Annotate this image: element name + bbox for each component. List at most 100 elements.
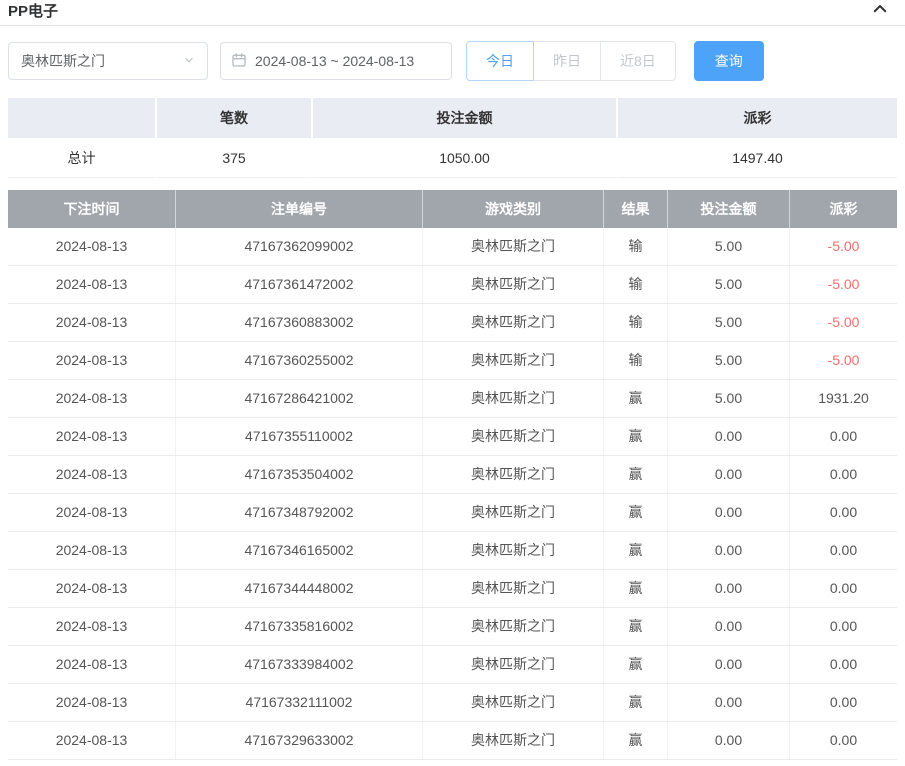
cell-bet-amount: 0.00 — [668, 722, 790, 759]
bet-records-table: 下注时间 注单编号 游戏类别 结果 投注金额 派彩 2024-08-134716… — [8, 190, 897, 760]
col-header-bet-time: 下注时间 — [8, 190, 176, 228]
cell-bet-amount: 5.00 — [668, 228, 790, 265]
filter-bar: 奥林匹斯之门 2024-08-13 ~ 2024-08-13 今日昨日近8日 查… — [0, 26, 905, 96]
cell-payout: 0.00 — [790, 532, 897, 569]
cell-bet-time: 2024-08-13 — [8, 266, 176, 303]
cell-bet-amount: 5.00 — [668, 342, 790, 379]
quick-range-group: 今日昨日近8日 — [466, 41, 676, 81]
table-row: 2024-08-1347167360883002奥林匹斯之门输5.00-5.00 — [8, 304, 897, 342]
cell-bet-time: 2024-08-13 — [8, 608, 176, 645]
cell-game-type: 奥林匹斯之门 — [423, 494, 604, 531]
col-header-game-type: 游戏类别 — [423, 190, 604, 228]
cell-game-type: 奥林匹斯之门 — [423, 684, 604, 721]
col-header-order-no: 注单编号 — [176, 190, 423, 228]
cell-payout: 0.00 — [790, 722, 897, 759]
cell-order-no: 47167329633002 — [176, 722, 423, 759]
cell-order-no: 47167361472002 — [176, 266, 423, 303]
cell-bet-time: 2024-08-13 — [8, 646, 176, 683]
cell-order-no: 47167353504002 — [176, 456, 423, 493]
cell-bet-time: 2024-08-13 — [8, 342, 176, 379]
date-range-input[interactable]: 2024-08-13 ~ 2024-08-13 — [220, 42, 452, 80]
table-row: 2024-08-1347167346165002奥林匹斯之门赢0.000.00 — [8, 532, 897, 570]
bet-table-header: 下注时间 注单编号 游戏类别 结果 投注金额 派彩 — [8, 190, 897, 228]
cell-bet-amount: 0.00 — [668, 646, 790, 683]
cell-bet-time: 2024-08-13 — [8, 456, 176, 493]
cell-payout: -5.00 — [790, 342, 897, 379]
table-row: 2024-08-1347167333984002奥林匹斯之门赢0.000.00 — [8, 646, 897, 684]
cell-game-type: 奥林匹斯之门 — [423, 304, 604, 341]
cell-bet-time: 2024-08-13 — [8, 418, 176, 455]
summary-header-bet-amount: 投注金额 — [313, 98, 618, 138]
cell-payout: 0.00 — [790, 494, 897, 531]
col-header-bet-amount: 投注金额 — [668, 190, 790, 228]
last-8-days-button[interactable]: 近8日 — [600, 41, 676, 81]
cell-bet-amount: 0.00 — [668, 494, 790, 531]
cell-result: 赢 — [604, 646, 668, 683]
yesterday-button[interactable]: 昨日 — [533, 41, 601, 81]
table-row: 2024-08-1347167332111002奥林匹斯之门赢0.000.00 — [8, 684, 897, 722]
cell-bet-time: 2024-08-13 — [8, 684, 176, 721]
table-row: 2024-08-1347167360255002奥林匹斯之门输5.00-5.00 — [8, 342, 897, 380]
cell-order-no: 47167348792002 — [176, 494, 423, 531]
collapse-panel-button[interactable] — [871, 0, 889, 21]
table-row: 2024-08-1347167361472002奥林匹斯之门输5.00-5.00 — [8, 266, 897, 304]
game-select-value: 奥林匹斯之门 — [21, 51, 105, 71]
cell-bet-time: 2024-08-13 — [8, 228, 176, 265]
cell-game-type: 奥林匹斯之门 — [423, 228, 604, 265]
cell-order-no: 47167335816002 — [176, 608, 423, 645]
cell-payout: 0.00 — [790, 570, 897, 607]
summary-total-count: 375 — [157, 138, 313, 178]
cell-game-type: 奥林匹斯之门 — [423, 722, 604, 759]
panel-header: PP电子 — [0, 0, 905, 26]
summary-total-label: 总计 — [8, 138, 157, 178]
summary-header-count: 笔数 — [157, 98, 313, 138]
game-select[interactable]: 奥林匹斯之门 — [8, 42, 208, 80]
summary-header-blank — [8, 98, 157, 138]
bet-table-body: 2024-08-1347167362099002奥林匹斯之门输5.00-5.00… — [8, 228, 897, 760]
cell-order-no: 47167344448002 — [176, 570, 423, 607]
cell-bet-amount: 0.00 — [668, 456, 790, 493]
table-row: 2024-08-1347167348792002奥林匹斯之门赢0.000.00 — [8, 494, 897, 532]
cell-payout: -5.00 — [790, 228, 897, 265]
cell-bet-amount: 0.00 — [668, 532, 790, 569]
cell-bet-time: 2024-08-13 — [8, 722, 176, 759]
cell-result: 输 — [604, 342, 668, 379]
caret-down-icon — [183, 53, 195, 69]
cell-result: 赢 — [604, 684, 668, 721]
summary-total-bet-amount: 1050.00 — [313, 138, 618, 178]
cell-game-type: 奥林匹斯之门 — [423, 532, 604, 569]
cell-game-type: 奥林匹斯之门 — [423, 266, 604, 303]
cell-result: 赢 — [604, 380, 668, 417]
cell-bet-time: 2024-08-13 — [8, 494, 176, 531]
cell-bet-time: 2024-08-13 — [8, 304, 176, 341]
cell-bet-amount: 0.00 — [668, 570, 790, 607]
cell-result: 赢 — [604, 532, 668, 569]
cell-result: 赢 — [604, 722, 668, 759]
calendar-icon — [231, 52, 247, 71]
cell-game-type: 奥林匹斯之门 — [423, 646, 604, 683]
cell-result: 赢 — [604, 494, 668, 531]
cell-payout: 0.00 — [790, 456, 897, 493]
today-button[interactable]: 今日 — [466, 41, 534, 81]
cell-order-no: 47167360883002 — [176, 304, 423, 341]
col-header-result: 结果 — [604, 190, 668, 228]
cell-order-no: 47167346165002 — [176, 532, 423, 569]
cell-result: 赢 — [604, 608, 668, 645]
cell-game-type: 奥林匹斯之门 — [423, 342, 604, 379]
cell-payout: 0.00 — [790, 646, 897, 683]
query-button[interactable]: 查询 — [694, 41, 764, 81]
cell-order-no: 47167332111002 — [176, 684, 423, 721]
cell-bet-time: 2024-08-13 — [8, 532, 176, 569]
cell-result: 输 — [604, 228, 668, 265]
cell-result: 输 — [604, 304, 668, 341]
cell-result: 赢 — [604, 418, 668, 455]
page-title: PP电子 — [8, 0, 58, 21]
cell-order-no: 47167286421002 — [176, 380, 423, 417]
col-header-payout: 派彩 — [790, 190, 897, 228]
table-row: 2024-08-1347167286421002奥林匹斯之门赢5.001931.… — [8, 380, 897, 418]
cell-game-type: 奥林匹斯之门 — [423, 456, 604, 493]
cell-game-type: 奥林匹斯之门 — [423, 380, 604, 417]
cell-bet-amount: 0.00 — [668, 418, 790, 455]
cell-result: 赢 — [604, 570, 668, 607]
cell-payout: 0.00 — [790, 608, 897, 645]
